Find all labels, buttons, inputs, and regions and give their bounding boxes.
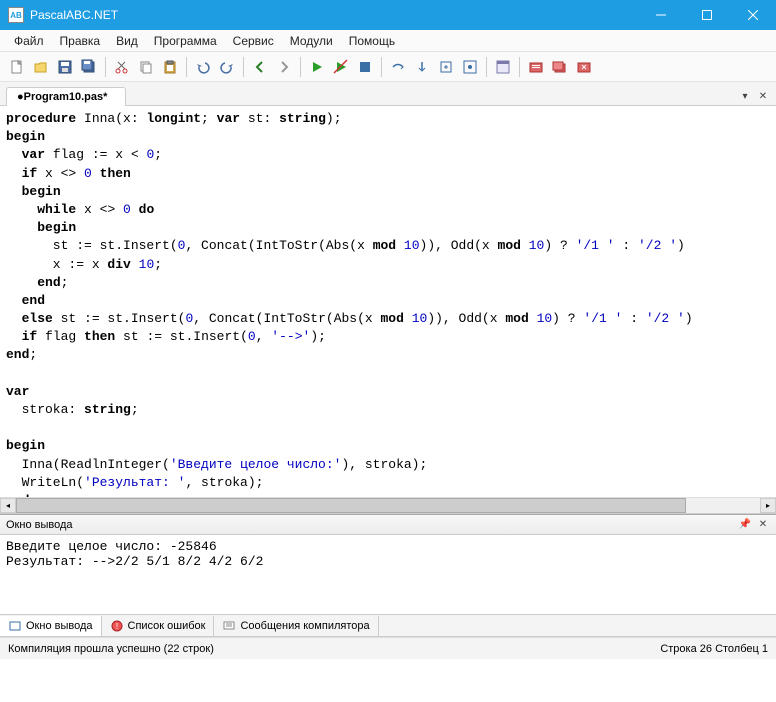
status-left: Компиляция прошла успешно (22 строк) [8, 643, 660, 655]
tab-dropdown-icon[interactable]: ▾ [738, 89, 752, 103]
bottom-tab-output-label: Окно вывода [26, 620, 93, 632]
nav-back-icon[interactable] [249, 56, 271, 78]
scroll-thumb[interactable] [16, 498, 686, 513]
step-out-icon[interactable] [435, 56, 457, 78]
copy-icon[interactable] [135, 56, 157, 78]
tab-close-icon[interactable]: ✕ [756, 89, 770, 103]
menu-service[interactable]: Сервис [225, 32, 282, 50]
tabbar: ●Program10.pas* ▾ ✕ [0, 82, 776, 106]
titlebar: AB PascalABC.NET [0, 0, 776, 30]
minimize-button[interactable] [638, 0, 684, 30]
menu-modules[interactable]: Модули [282, 32, 341, 50]
svg-text:!: ! [115, 622, 117, 631]
save-all-icon[interactable] [78, 56, 100, 78]
run-no-debug-icon[interactable] [330, 56, 352, 78]
messages-tab-icon [222, 619, 236, 633]
stop-icon[interactable] [354, 56, 376, 78]
output-header: Окно вывода 📌 ✕ [0, 515, 776, 535]
output-text[interactable]: Введите целое число: -25846 Результат: -… [0, 535, 776, 615]
open-file-icon[interactable] [30, 56, 52, 78]
menu-file[interactable]: Файл [6, 32, 52, 50]
errors-tab-icon: ! [110, 619, 124, 633]
undo-icon[interactable] [192, 56, 214, 78]
step-over-icon[interactable] [387, 56, 409, 78]
compile-icon[interactable] [525, 56, 547, 78]
form-designer-icon[interactable] [492, 56, 514, 78]
menu-view[interactable]: Вид [108, 32, 146, 50]
bottom-tab-output[interactable]: Окно вывода [0, 616, 102, 636]
bottom-tabs: Окно вывода ! Список ошибок Сообщения ко… [0, 615, 776, 637]
status-right: Строка 26 Столбец 1 [660, 643, 768, 655]
output-title: Окно вывода [6, 519, 73, 531]
step-into-icon[interactable] [411, 56, 433, 78]
app-title: PascalABC.NET [30, 8, 638, 22]
statusbar: Компиляция прошла успешно (22 строк) Стр… [0, 637, 776, 659]
output-panel: Окно вывода 📌 ✕ Введите целое число: -25… [0, 514, 776, 637]
breakpoint-icon[interactable] [459, 56, 481, 78]
redo-icon[interactable] [216, 56, 238, 78]
paste-icon[interactable] [159, 56, 181, 78]
tab-program10[interactable]: ●Program10.pas* [6, 87, 126, 106]
build-icon[interactable] [573, 56, 595, 78]
bottom-tab-errors[interactable]: ! Список ошибок [102, 616, 215, 636]
horizontal-scrollbar[interactable]: ◂ ▸ [0, 497, 776, 513]
code-content[interactable]: procedure Inna(x: longint; var st: strin… [0, 106, 776, 497]
menu-program[interactable]: Программа [146, 32, 225, 50]
nav-forward-icon[interactable] [273, 56, 295, 78]
menu-help[interactable]: Помощь [341, 32, 403, 50]
code-editor[interactable]: procedure Inna(x: longint; var st: strin… [0, 106, 776, 514]
scroll-right-icon[interactable]: ▸ [760, 498, 776, 513]
new-file-icon[interactable] [6, 56, 28, 78]
cut-icon[interactable] [111, 56, 133, 78]
menu-edit[interactable]: Правка [52, 32, 109, 50]
close-button[interactable] [730, 0, 776, 30]
compile-all-icon[interactable] [549, 56, 571, 78]
menubar: Файл Правка Вид Программа Сервис Модули … [0, 30, 776, 52]
maximize-button[interactable] [684, 0, 730, 30]
bottom-tab-messages-label: Сообщения компилятора [240, 620, 369, 632]
toolbar [0, 52, 776, 82]
run-icon[interactable] [306, 56, 328, 78]
save-icon[interactable] [54, 56, 76, 78]
bottom-tab-messages[interactable]: Сообщения компилятора [214, 616, 378, 636]
output-close-icon[interactable]: ✕ [756, 518, 770, 532]
app-icon: AB [8, 7, 24, 23]
pin-icon[interactable]: 📌 [738, 518, 752, 532]
scroll-left-icon[interactable]: ◂ [0, 498, 16, 513]
output-tab-icon [8, 619, 22, 633]
bottom-tab-errors-label: Список ошибок [128, 620, 206, 632]
